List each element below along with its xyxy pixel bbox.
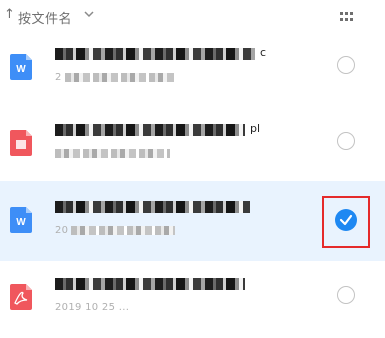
file-name: pl [55,122,270,138]
svg-text:W: W [16,64,26,75]
file-meta: 2019 10 25 ... [55,302,130,313]
file-name [55,199,270,215]
pdf-icon [10,284,32,310]
file-row[interactable]: W c 2 [0,28,385,108]
word-doc-icon: W [10,207,32,233]
select-radio[interactable] [337,56,355,74]
file-meta: 2 [55,72,175,84]
selection-highlight [322,196,370,248]
sort-direction-icon[interactable]: ↑ [4,7,15,22]
file-meta [55,148,175,160]
select-radio[interactable] [337,286,355,304]
file-meta: 20 [55,225,175,237]
file-name [55,276,270,292]
sort-label[interactable]: 按文件名 [18,8,72,27]
file-name: c [55,46,270,62]
file-row[interactable]: pl [0,104,385,184]
svg-text:W: W [16,217,26,228]
file-row[interactable]: 2019 10 25 ... [0,258,385,338]
word-doc-icon: W [10,54,32,80]
select-radio[interactable] [337,132,355,150]
chevron-down-icon[interactable] [84,11,94,18]
grid-view-icon[interactable] [340,12,354,22]
wps-presentation-icon [10,130,32,156]
